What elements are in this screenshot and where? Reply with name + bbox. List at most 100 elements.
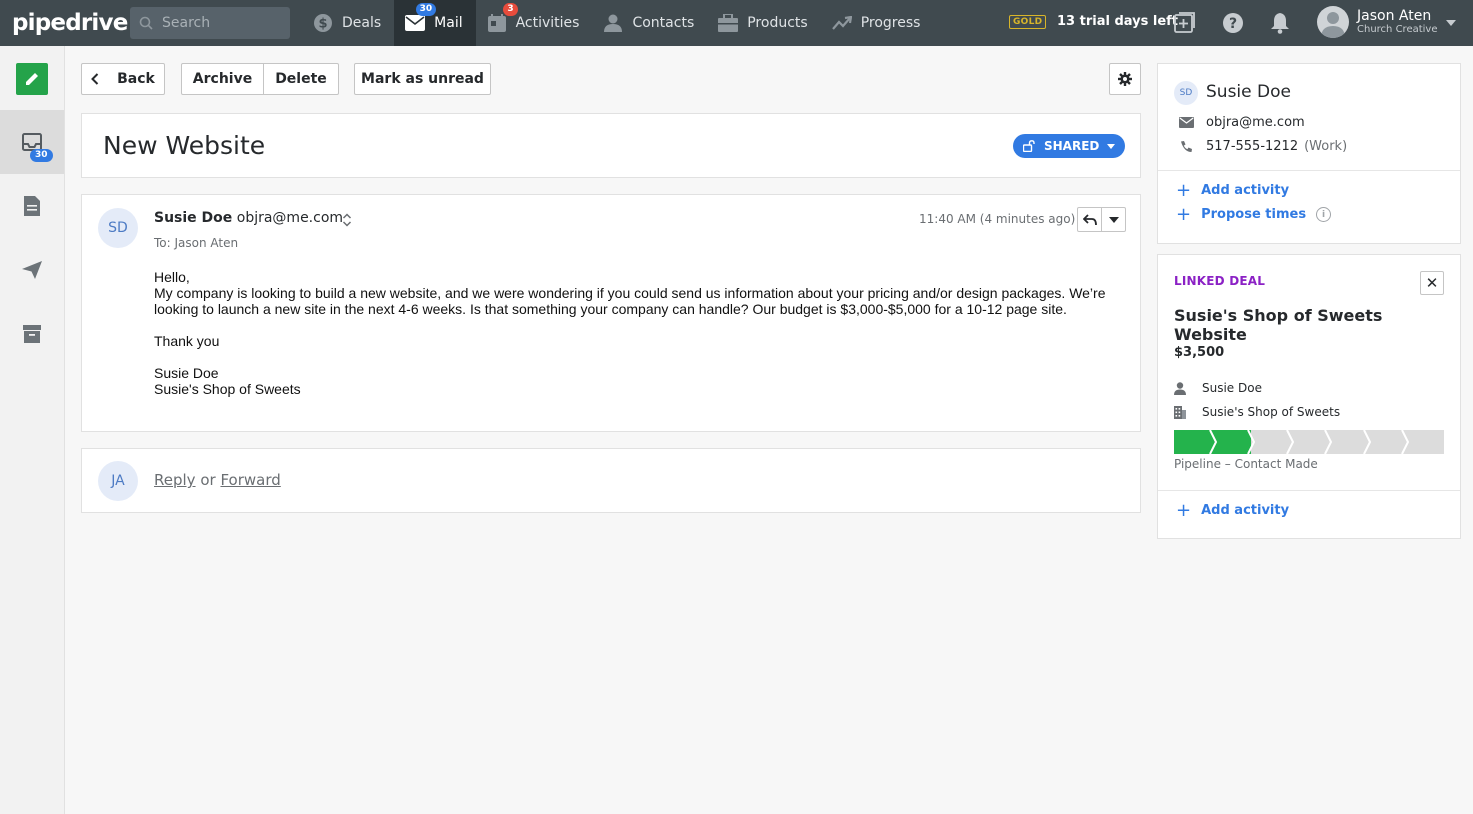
activities-count-badge: 3	[503, 3, 518, 16]
nav-progress[interactable]: Progress	[821, 0, 934, 46]
sidebar-drafts[interactable]	[0, 174, 64, 238]
nav-contacts-label: Contacts	[632, 15, 695, 31]
my-avatar: JA	[98, 461, 138, 501]
document-icon	[24, 196, 40, 216]
nav-contacts[interactable]: Contacts	[592, 0, 707, 46]
pipeline-stage[interactable]	[1405, 430, 1445, 454]
reply-link[interactable]: Reply	[154, 471, 196, 489]
nav-deals[interactable]: $ Deals	[302, 0, 394, 46]
pipeline-stage[interactable]	[1174, 430, 1217, 454]
chevron-left-icon	[91, 73, 99, 85]
shared-caret-icon	[1107, 143, 1116, 149]
deal-add-activity-link[interactable]: + Add activity	[1176, 499, 1289, 521]
contact-phone-type: (Work)	[1304, 139, 1348, 154]
mark-unread-button[interactable]: Mark as unread	[354, 63, 491, 95]
gear-icon	[1118, 72, 1132, 86]
body-signature-company: Susie's Shop of Sweets	[154, 381, 301, 397]
sidebar-archive[interactable]	[0, 302, 64, 366]
contact-phone[interactable]: 517-555-1212	[1206, 139, 1298, 154]
add-activity-link[interactable]: + Add activity	[1176, 179, 1290, 201]
body-greeting: Hello,	[154, 269, 190, 285]
contact-email-row: objra@me.com	[1174, 115, 1305, 130]
reply-options-button[interactable]	[1101, 208, 1125, 231]
reply-arrow-icon	[1082, 213, 1097, 225]
reply-button-group	[1077, 207, 1126, 232]
compose-button[interactable]	[16, 63, 48, 95]
propose-times-link[interactable]: + Propose times i	[1176, 205, 1332, 223]
pipeline-stage[interactable]	[1251, 430, 1294, 454]
expand-details-icon[interactable]	[342, 213, 352, 227]
sender-avatar: SD	[98, 208, 138, 248]
reply-card: JA Reply or Forward	[81, 448, 1141, 513]
deal-person-row: Susie Doe	[1174, 381, 1262, 395]
contact-name[interactable]: Susie Doe	[1206, 82, 1291, 102]
svg-text:?: ?	[1229, 16, 1237, 32]
paper-plane-icon	[22, 261, 42, 279]
mail-icon: 30	[404, 3, 437, 34]
box-icon	[717, 12, 739, 34]
deal-org-row: Susie's Shop of Sweets	[1174, 405, 1340, 419]
deal-person[interactable]: Susie Doe	[1202, 381, 1262, 395]
message-body: Hello, My company is looking to build a …	[154, 269, 1134, 397]
sender-name[interactable]: Susie Doe	[154, 210, 232, 226]
notifications-bell-icon[interactable]	[1268, 11, 1292, 35]
calendar-icon: 3	[486, 3, 518, 34]
forward-link[interactable]: Forward	[220, 471, 280, 489]
message-timestamp: 11:40 AM (4 minutes ago)	[919, 212, 1076, 226]
archive-box-icon	[23, 325, 41, 343]
sender-email[interactable]: objra@me.com	[237, 210, 343, 226]
add-activity-label: Add activity	[1201, 183, 1290, 198]
pipeline-stage[interactable]	[1212, 430, 1256, 454]
mail-count-badge: 30	[415, 3, 437, 16]
deal-title[interactable]: Susie's Shop of Sweets Website	[1174, 306, 1460, 344]
recipient-line: To: Jason Aten	[154, 236, 239, 250]
pipeline-stage[interactable]	[1328, 430, 1371, 454]
person-icon	[602, 12, 624, 34]
trend-icon	[831, 12, 853, 34]
user-menu-caret-icon[interactable]	[1446, 20, 1456, 26]
user-avatar	[1317, 6, 1349, 38]
message-card: SD Susie Doe objra@me.com To: Jason Aten…	[81, 194, 1141, 432]
back-label: Back	[117, 71, 155, 87]
delete-button[interactable]: Delete	[263, 63, 339, 95]
search-input[interactable]: Search	[130, 7, 290, 39]
settings-button[interactable]	[1109, 63, 1141, 95]
sidebar-sent[interactable]	[0, 238, 64, 302]
shared-label: SHARED	[1044, 139, 1100, 153]
info-icon[interactable]: i	[1316, 207, 1332, 222]
body-signature-name: Susie Doe	[154, 365, 219, 381]
svg-text:$: $	[318, 17, 327, 32]
propose-times-label: Propose times	[1201, 207, 1307, 222]
plus-icon: +	[1176, 179, 1192, 201]
archive-button[interactable]: Archive	[181, 63, 264, 95]
pipeline-stage[interactable]	[1366, 430, 1410, 454]
divider	[1158, 490, 1460, 491]
contact-email[interactable]: objra@me.com	[1206, 115, 1305, 130]
deal-value: $3,500	[1174, 345, 1225, 360]
help-icon[interactable]: ?	[1221, 11, 1245, 35]
back-button[interactable]: Back	[81, 63, 165, 95]
mail-sidebar: 30	[0, 46, 65, 814]
deal-organization[interactable]: Susie's Shop of Sweets	[1202, 405, 1340, 419]
reply-button[interactable]	[1078, 208, 1101, 231]
dollar-icon: $	[312, 12, 334, 34]
shared-visibility-button[interactable]: SHARED	[1013, 134, 1126, 158]
user-menu[interactable]: Jason Aten Church Creative	[1317, 6, 1438, 38]
close-icon: ✕	[1425, 274, 1439, 292]
user-name: Jason Aten	[1357, 8, 1432, 24]
nav-mail[interactable]: 30 Mail	[394, 0, 476, 46]
nav-activities[interactable]: 3 Activities	[476, 0, 593, 46]
sidebar-inbox[interactable]: 30	[0, 110, 64, 174]
plus-icon: +	[1176, 499, 1192, 521]
nav-products[interactable]: Products	[707, 0, 820, 46]
phone-icon	[1174, 140, 1198, 153]
pipedrive-logo[interactable]: pipedrive	[12, 10, 128, 36]
thread-subject: New Website	[103, 131, 266, 160]
unlink-deal-button[interactable]: ✕	[1420, 271, 1444, 295]
quick-add-icon[interactable]	[1173, 11, 1197, 35]
pipeline-stage[interactable]	[1289, 430, 1333, 454]
trial-days-left[interactable]: 13 trial days left	[1057, 14, 1178, 29]
unlock-icon	[1023, 140, 1035, 152]
search-placeholder: Search	[162, 15, 211, 31]
subject-card: New Website SHARED	[81, 113, 1141, 178]
